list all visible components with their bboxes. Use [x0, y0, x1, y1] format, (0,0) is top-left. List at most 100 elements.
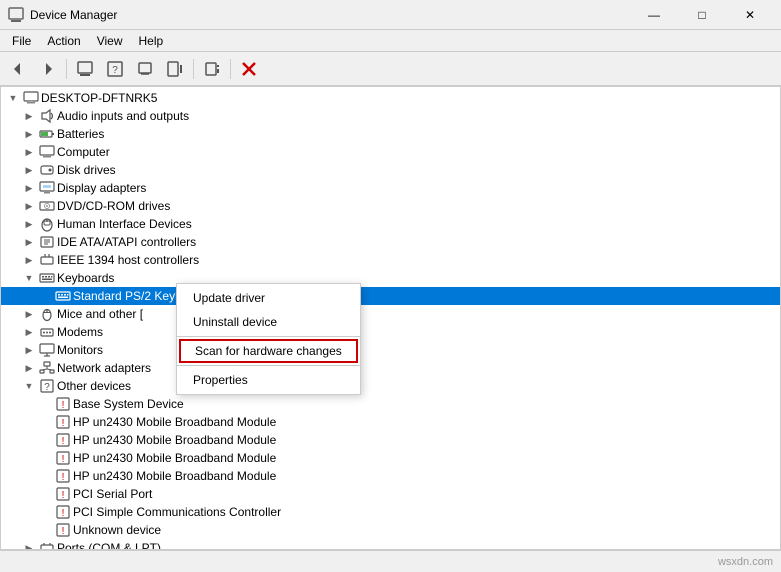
toolbar-btn-properties[interactable]: [71, 56, 99, 82]
hp2-icon: !: [55, 432, 71, 448]
tree-item-hp1[interactable]: ▶ ! HP un2430 Mobile Broadband Module: [1, 413, 780, 431]
ctx-update[interactable]: Update driver: [177, 286, 360, 310]
tree-item-monitors[interactable]: ▶ Monitors: [1, 341, 780, 359]
dvd-icon: [39, 198, 55, 214]
monitors-expand-icon[interactable]: ▶: [21, 342, 37, 358]
audio-expand-icon[interactable]: ▶: [21, 108, 37, 124]
computer-label: Computer: [57, 145, 110, 159]
toolbar-btn-uninstall[interactable]: [131, 56, 159, 82]
tree-item-ide[interactable]: ▶ IDE ATA/ATAPI controllers: [1, 233, 780, 251]
menu-bar: File Action View Help: [0, 30, 781, 52]
hp3-icon: !: [55, 450, 71, 466]
tree-item-pciport[interactable]: ▶ ! PCI Serial Port: [1, 485, 780, 503]
svg-text:!: !: [62, 508, 65, 519]
tree-item-unknown[interactable]: ▶ ! Unknown device: [1, 521, 780, 539]
computer-item-icon: [39, 144, 55, 160]
toolbar-btn-update[interactable]: ?: [101, 56, 129, 82]
ports-expand-icon[interactable]: ▶: [21, 540, 37, 549]
ctx-scan[interactable]: Scan for hardware changes: [179, 339, 358, 363]
modem-icon: [39, 324, 55, 340]
tree-item-display[interactable]: ▶ Display adapters: [1, 179, 780, 197]
network-expand-icon[interactable]: ▶: [21, 360, 37, 376]
dvd-expand-icon[interactable]: ▶: [21, 198, 37, 214]
tree-item-pcisimple[interactable]: ▶ ! PCI Simple Communications Controller: [1, 503, 780, 521]
tree-root[interactable]: ▼ DESKTOP-DFTNRK5: [1, 89, 780, 107]
title-bar-left: Device Manager: [8, 7, 117, 23]
mouse-icon: [39, 306, 55, 322]
root-expand-icon[interactable]: ▼: [5, 90, 21, 106]
toolbar-btn-help[interactable]: [198, 56, 226, 82]
toolbar-btn-scan[interactable]: [161, 56, 189, 82]
monitors-label: Monitors: [57, 343, 103, 357]
tree-item-stdkb[interactable]: ▶ Standard PS/2 Keyboard: [1, 287, 780, 305]
forward-button[interactable]: [34, 56, 62, 82]
tree-item-network[interactable]: ▶ Network adapters: [1, 359, 780, 377]
tree-view[interactable]: ▼ DESKTOP-DFTNRK5 ▶ Audio inputs and out: [1, 87, 780, 549]
title-bar-controls: — □ ✕: [631, 0, 773, 30]
tree-item-ports[interactable]: ▶ Ports (COM & LPT): [1, 539, 780, 549]
svg-text:!: !: [62, 490, 65, 501]
close-button[interactable]: ✕: [727, 0, 773, 30]
network-icon: [39, 360, 55, 376]
menu-view[interactable]: View: [89, 32, 131, 50]
ctx-properties[interactable]: Properties: [177, 368, 360, 392]
tree-item-batteries[interactable]: ▶ Batteries: [1, 125, 780, 143]
tree-item-ieee[interactable]: ▶ IEEE 1394 host controllers: [1, 251, 780, 269]
hp4-label: HP un2430 Mobile Broadband Module: [73, 469, 276, 483]
display-label: Display adapters: [57, 181, 146, 195]
tree-item-hid[interactable]: ▶ Human Interface Devices: [1, 215, 780, 233]
tree-item-basesys[interactable]: ▶ ! Base System Device: [1, 395, 780, 413]
main-content: ▼ DESKTOP-DFTNRK5 ▶ Audio inputs and out: [0, 86, 781, 550]
tree-item-dvd[interactable]: ▶ DVD/CD-ROM drives: [1, 197, 780, 215]
tree-item-modems[interactable]: ▶ Modems: [1, 323, 780, 341]
menu-file[interactable]: File: [4, 32, 39, 50]
other-expand-icon[interactable]: ▼: [21, 378, 37, 394]
tree-item-keyboards[interactable]: ▼ Keyboards: [1, 269, 780, 287]
ports-label: Ports (COM & LPT): [57, 541, 161, 549]
tree-item-hp4[interactable]: ▶ ! HP un2430 Mobile Broadband Module: [1, 467, 780, 485]
keyboards-label: Keyboards: [57, 271, 114, 285]
basesys-label: Base System Device: [73, 397, 184, 411]
tree-item-mice[interactable]: ▶ Mice and other [: [1, 305, 780, 323]
svg-text:!: !: [62, 436, 65, 447]
toolbar-separator-2: [193, 59, 194, 79]
hid-label: Human Interface Devices: [57, 217, 192, 231]
tree-item-disk[interactable]: ▶ Disk drives: [1, 161, 780, 179]
menu-help[interactable]: Help: [131, 32, 172, 50]
maximize-button[interactable]: □: [679, 0, 725, 30]
back-button[interactable]: [4, 56, 32, 82]
tree-item-other[interactable]: ▼ ? Other devices: [1, 377, 780, 395]
ctx-separator: [177, 336, 360, 337]
ports-icon: [39, 540, 55, 549]
svg-text:?: ?: [44, 382, 50, 393]
ctx-uninstall[interactable]: Uninstall device: [177, 310, 360, 334]
dvd-label: DVD/CD-ROM drives: [57, 199, 170, 213]
disk-expand-icon[interactable]: ▶: [21, 162, 37, 178]
audio-icon: [39, 108, 55, 124]
other-icon: ?: [39, 378, 55, 394]
mice-expand-icon[interactable]: ▶: [21, 306, 37, 322]
audio-label: Audio inputs and outputs: [57, 109, 189, 123]
ctx-separator-2: [177, 365, 360, 366]
hid-expand-icon[interactable]: ▶: [21, 216, 37, 232]
disk-icon: [39, 162, 55, 178]
ieee-expand-icon[interactable]: ▶: [21, 252, 37, 268]
ieee-icon: [39, 252, 55, 268]
menu-action[interactable]: Action: [39, 32, 88, 50]
keyboard-icon: [39, 270, 55, 286]
toolbar-btn-delete[interactable]: [235, 56, 263, 82]
svg-text:!: !: [62, 454, 65, 465]
tree-item-computer[interactable]: ▶ Computer: [1, 143, 780, 161]
pcisimple-icon: !: [55, 504, 71, 520]
batteries-expand-icon[interactable]: ▶: [21, 126, 37, 142]
modems-expand-icon[interactable]: ▶: [21, 324, 37, 340]
computer-expand-icon[interactable]: ▶: [21, 144, 37, 160]
tree-item-hp2[interactable]: ▶ ! HP un2430 Mobile Broadband Module: [1, 431, 780, 449]
hp1-label: HP un2430 Mobile Broadband Module: [73, 415, 276, 429]
keyboards-expand-icon[interactable]: ▼: [21, 270, 37, 286]
minimize-button[interactable]: —: [631, 0, 677, 30]
ide-expand-icon[interactable]: ▶: [21, 234, 37, 250]
tree-item-audio[interactable]: ▶ Audio inputs and outputs: [1, 107, 780, 125]
display-expand-icon[interactable]: ▶: [21, 180, 37, 196]
tree-item-hp3[interactable]: ▶ ! HP un2430 Mobile Broadband Module: [1, 449, 780, 467]
